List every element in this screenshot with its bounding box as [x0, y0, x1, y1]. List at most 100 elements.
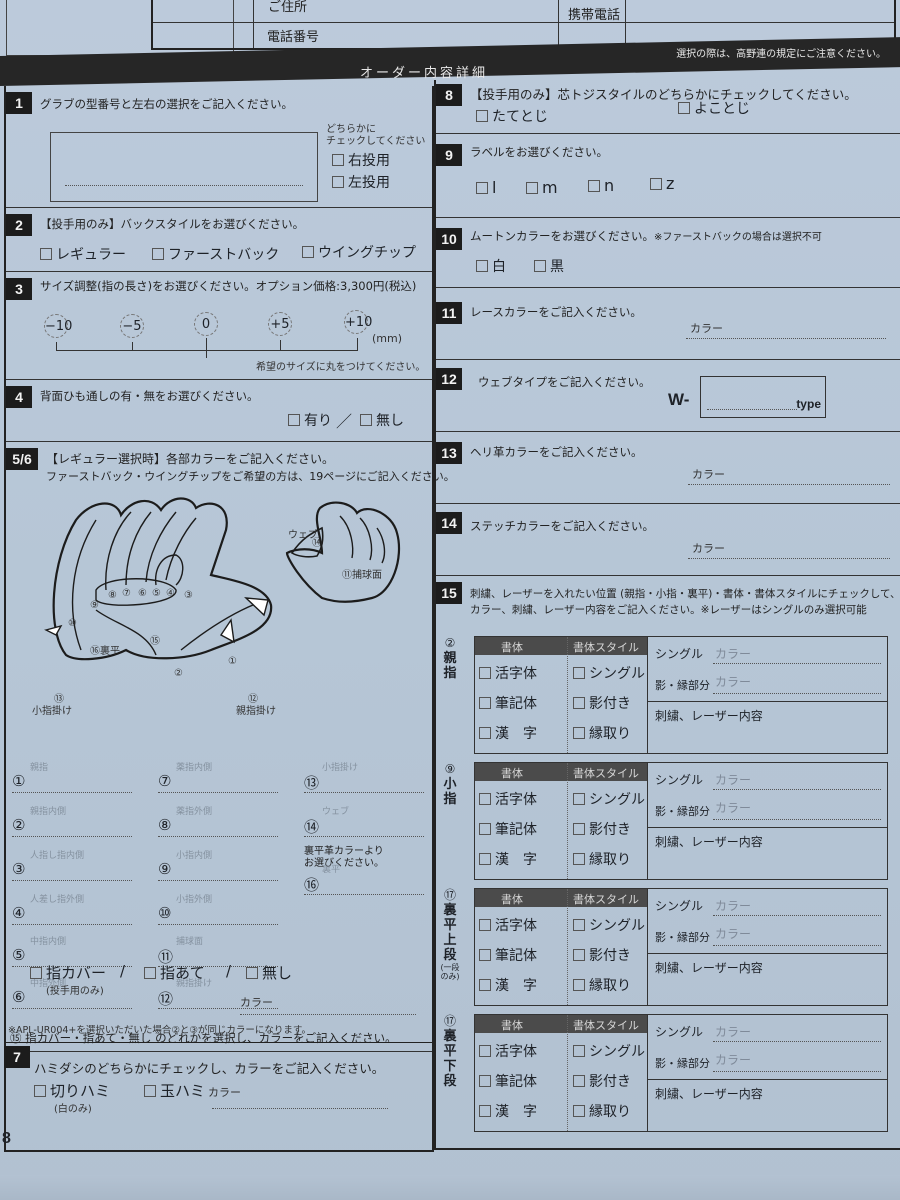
size-option[interactable]: +5 — [268, 312, 292, 336]
single-color-field[interactable] — [713, 915, 881, 916]
checkbox[interactable] — [573, 949, 585, 961]
shadow-color-field[interactable] — [713, 1071, 881, 1072]
right-throw-option[interactable]: 右投用 — [332, 150, 390, 170]
checkbox[interactable] — [650, 178, 662, 190]
checkbox[interactable] — [332, 176, 344, 188]
mouton-black-option[interactable]: 黒 — [534, 256, 564, 276]
checkbox[interactable] — [288, 414, 300, 426]
part-field[interactable]: ⑭ ウェブ — [304, 804, 424, 846]
label-option-n[interactable]: n — [588, 176, 614, 195]
checkbox[interactable] — [573, 1075, 585, 1087]
checkbox[interactable] — [526, 182, 538, 194]
checkbox[interactable] — [479, 667, 491, 679]
checkbox[interactable] — [479, 823, 491, 835]
checkbox[interactable] — [573, 1105, 585, 1117]
checkbox[interactable] — [573, 697, 585, 709]
font-option-script[interactable]: 筆記体 — [479, 1071, 537, 1091]
back-style-firstback[interactable]: ファーストバック — [152, 244, 279, 264]
font-option-block-letter[interactable]: 活字体 — [479, 915, 537, 935]
checkbox[interactable] — [573, 853, 585, 865]
horizontal-bind-option[interactable]: よことじ — [678, 98, 750, 118]
style-option-shadow[interactable]: 影付き — [573, 693, 631, 713]
cut-piping-option[interactable]: 切りハミ — [34, 1080, 110, 1101]
checkbox[interactable] — [573, 979, 585, 991]
checkbox[interactable] — [678, 102, 690, 114]
finger-color-field[interactable] — [240, 1014, 416, 1015]
shadow-color-field[interactable] — [713, 693, 881, 694]
checkbox[interactable] — [479, 727, 491, 739]
embroidery-content-field[interactable] — [649, 849, 885, 877]
checkbox[interactable] — [479, 793, 491, 805]
mouton-white-option[interactable]: 白 — [476, 256, 506, 276]
lace-through-no[interactable]: 無し — [360, 410, 404, 430]
stitch-color-field[interactable] — [688, 558, 890, 559]
checkbox[interactable] — [588, 180, 600, 192]
web-type-field[interactable]: type — [700, 376, 826, 418]
checkbox[interactable] — [302, 246, 314, 258]
left-throw-option[interactable]: 左投用 — [332, 172, 390, 192]
part-field[interactable]: ⑬ 小指掛け — [304, 760, 424, 802]
part-field[interactable]: ⑩ 小指外側 — [158, 892, 278, 934]
font-option-kanji[interactable]: 漢 字 — [479, 723, 537, 743]
checkbox[interactable] — [534, 260, 546, 272]
single-color-field[interactable] — [713, 663, 881, 664]
checkbox[interactable] — [476, 182, 488, 194]
label-option-z[interactable]: z — [650, 174, 674, 193]
checkbox[interactable] — [479, 949, 491, 961]
font-option-block-letter[interactable]: 活字体 — [479, 663, 537, 683]
checkbox[interactable] — [573, 667, 585, 679]
finger-guard-option[interactable]: 指あて — [144, 962, 205, 983]
checkbox[interactable] — [246, 967, 258, 979]
checkbox[interactable] — [479, 979, 491, 991]
size-option[interactable]: −10 — [44, 314, 72, 338]
checkbox[interactable] — [479, 1075, 491, 1087]
checkbox[interactable] — [573, 919, 585, 931]
checkbox[interactable] — [144, 1085, 156, 1097]
vertical-bind-option[interactable]: たてとじ — [476, 106, 548, 126]
edge-color-field[interactable] — [688, 484, 890, 485]
font-option-block-letter[interactable]: 活字体 — [479, 789, 537, 809]
size-option[interactable]: 0 — [194, 312, 218, 336]
checkbox[interactable] — [479, 1045, 491, 1057]
checkbox[interactable] — [40, 248, 52, 260]
checkbox[interactable] — [476, 110, 488, 122]
size-option[interactable]: −5 — [120, 314, 144, 338]
font-option-script[interactable]: 筆記体 — [479, 819, 537, 839]
style-option-single[interactable]: シングル — [573, 663, 645, 683]
finger-none-option[interactable]: 無し — [246, 962, 292, 983]
part-field[interactable]: ⑦ 薬指内側 — [158, 760, 278, 802]
part-field[interactable]: ⑧ 薬指外側 — [158, 804, 278, 846]
embroidery-content-field[interactable] — [649, 1101, 885, 1129]
checkbox[interactable] — [332, 154, 344, 166]
style-option-outline[interactable]: 縁取り — [573, 723, 631, 743]
part-field[interactable]: ⑯ 裏平 — [304, 862, 424, 904]
style-option-shadow[interactable]: 影付き — [573, 945, 631, 965]
checkbox[interactable] — [152, 248, 164, 260]
font-option-kanji[interactable]: 漢 字 — [479, 849, 537, 869]
shadow-color-field[interactable] — [713, 945, 881, 946]
font-option-script[interactable]: 筆記体 — [479, 945, 537, 965]
part-field[interactable]: ⑨ 小指内側 — [158, 848, 278, 890]
checkbox[interactable] — [360, 414, 372, 426]
style-option-shadow[interactable]: 影付き — [573, 1071, 631, 1091]
shadow-color-field[interactable] — [713, 819, 881, 820]
back-style-regular[interactable]: レギュラー — [40, 244, 126, 264]
checkbox[interactable] — [479, 1105, 491, 1117]
style-option-single[interactable]: シングル — [573, 915, 645, 935]
part-field[interactable]: ④ 人差し指外側 — [12, 892, 132, 934]
lace-through-yes[interactable]: 有り — [288, 410, 332, 430]
part-field[interactable]: ③ 人指し指内側 — [12, 848, 132, 890]
checkbox[interactable] — [30, 967, 42, 979]
embroidery-content-field[interactable] — [649, 975, 885, 1003]
checkbox[interactable] — [573, 1045, 585, 1057]
checkbox[interactable] — [479, 919, 491, 931]
checkbox[interactable] — [34, 1085, 46, 1097]
model-number-field[interactable] — [50, 132, 318, 202]
checkbox[interactable] — [479, 853, 491, 865]
lace-color-field[interactable] — [686, 338, 886, 339]
checkbox[interactable] — [573, 823, 585, 835]
part-field[interactable]: ① 親指 — [12, 760, 132, 802]
checkbox[interactable] — [476, 260, 488, 272]
part-field[interactable]: ② 親指内側 — [12, 804, 132, 846]
back-style-wingtip[interactable]: ウイングチップ — [302, 242, 416, 262]
